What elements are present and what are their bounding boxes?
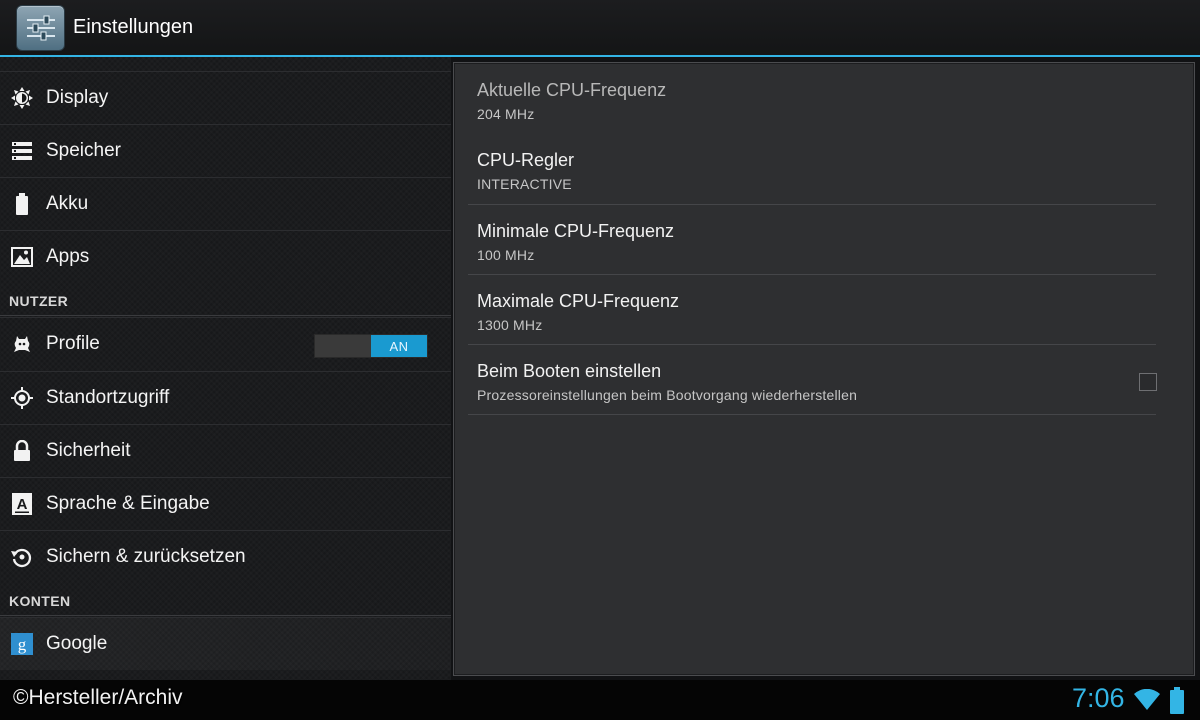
pref-current-cpu-frequency: Aktuelle CPU-Frequenz 204 MHz [468,63,1156,133]
lock-icon [9,438,35,464]
action-bar: Einstellungen [0,0,1200,57]
pref-cpu-governor[interactable]: CPU-Regler INTERACTIVE [468,133,1156,203]
system-bar: ©Hersteller/Archiv 7:06 [0,680,1200,720]
section-header-konten: KONTEN [0,585,451,616]
sidebar-item-label: Standortzugriff [46,387,170,408]
storage-icon [9,138,35,164]
sidebar-item-google[interactable]: g Google [0,617,451,670]
brightness-icon [9,85,35,111]
sidebar-item-label: Speicher [46,140,121,161]
battery-status-icon [1170,687,1184,714]
sidebar-item-label: Google [46,633,108,654]
sidebar-item-label: Akku [46,193,89,214]
sidebar-item-standortzugriff[interactable]: Standortzugriff [0,371,451,424]
backup-icon [9,544,35,570]
pref-summary: INTERACTIVE [477,176,572,192]
sidebar-item-sicherheit[interactable]: Sicherheit [0,424,451,477]
pref-summary: 1300 MHz [477,317,543,333]
profile-toggle[interactable]: AN [314,334,428,358]
pref-summary: 204 MHz [477,106,535,122]
svg-text:g: g [18,635,27,654]
google-icon: g [9,631,35,657]
wifi-icon [1134,689,1160,710]
sidebar-item-label: Apps [46,246,90,267]
svg-text:A: A [17,496,28,513]
sidebar-item-label: Display [46,87,109,108]
page-title: Einstellungen [73,16,194,38]
settings-list: Display Speicher Akku Apps NUTZER Profil… [0,57,451,680]
pref-title: CPU-Regler [477,150,575,170]
sidebar-item-profile[interactable]: Profile AN [0,317,451,370]
set-on-boot-checkbox[interactable] [1139,373,1157,391]
sidebar-item-sichern-zuruecksetzen[interactable]: Sichern & zurücksetzen [0,530,451,583]
pref-max-cpu-frequency[interactable]: Maximale CPU-Frequenz 1300 MHz [468,274,1156,344]
sidebar-item-label: Sichern & zurücksetzen [46,546,246,567]
divider [468,414,1156,415]
sidebar-item-display[interactable]: Display [0,71,451,124]
pref-set-on-boot[interactable]: Beim Booten einstellen Prozessoreinstell… [468,344,1157,414]
pref-summary: Prozessoreinstellungen beim Bootvorgang … [477,387,858,403]
pref-min-cpu-frequency[interactable]: Minimale CPU-Frequenz 100 MHz [468,204,1156,274]
sidebar-item-label: Sicherheit [46,440,131,461]
section-header-nutzer: NUTZER [0,285,451,316]
sidebar-item-speicher[interactable]: Speicher [0,124,451,177]
status-clock[interactable]: 7:06 [1072,683,1125,714]
battery-icon [9,191,35,217]
language-icon: A [9,491,35,517]
sidebar-item-label: Sprache & Eingabe [46,493,210,514]
copyright-watermark: ©Hersteller/Archiv [13,686,183,709]
pref-title: Minimale CPU-Frequenz [477,221,675,241]
sidebar-item-apps[interactable]: Apps [0,230,451,283]
sidebar-item-akku[interactable]: Akku [0,177,451,230]
cpu-settings-panel: Aktuelle CPU-Frequenz 204 MHz CPU-Regler… [453,62,1195,676]
pref-title: Beim Booten einstellen [477,361,662,381]
sidebar-item-label: Profile [46,333,100,354]
location-icon [9,385,35,411]
profile-icon [9,331,35,357]
pref-title: Aktuelle CPU-Frequenz [477,80,667,100]
pref-title: Maximale CPU-Frequenz [477,291,680,311]
sidebar-item-sprache-eingabe[interactable]: A Sprache & Eingabe [0,477,451,530]
apps-icon [9,244,35,270]
toggle-on-label: AN [371,335,427,357]
settings-sliders-icon[interactable] [16,4,65,51]
pref-summary: 100 MHz [477,247,535,263]
